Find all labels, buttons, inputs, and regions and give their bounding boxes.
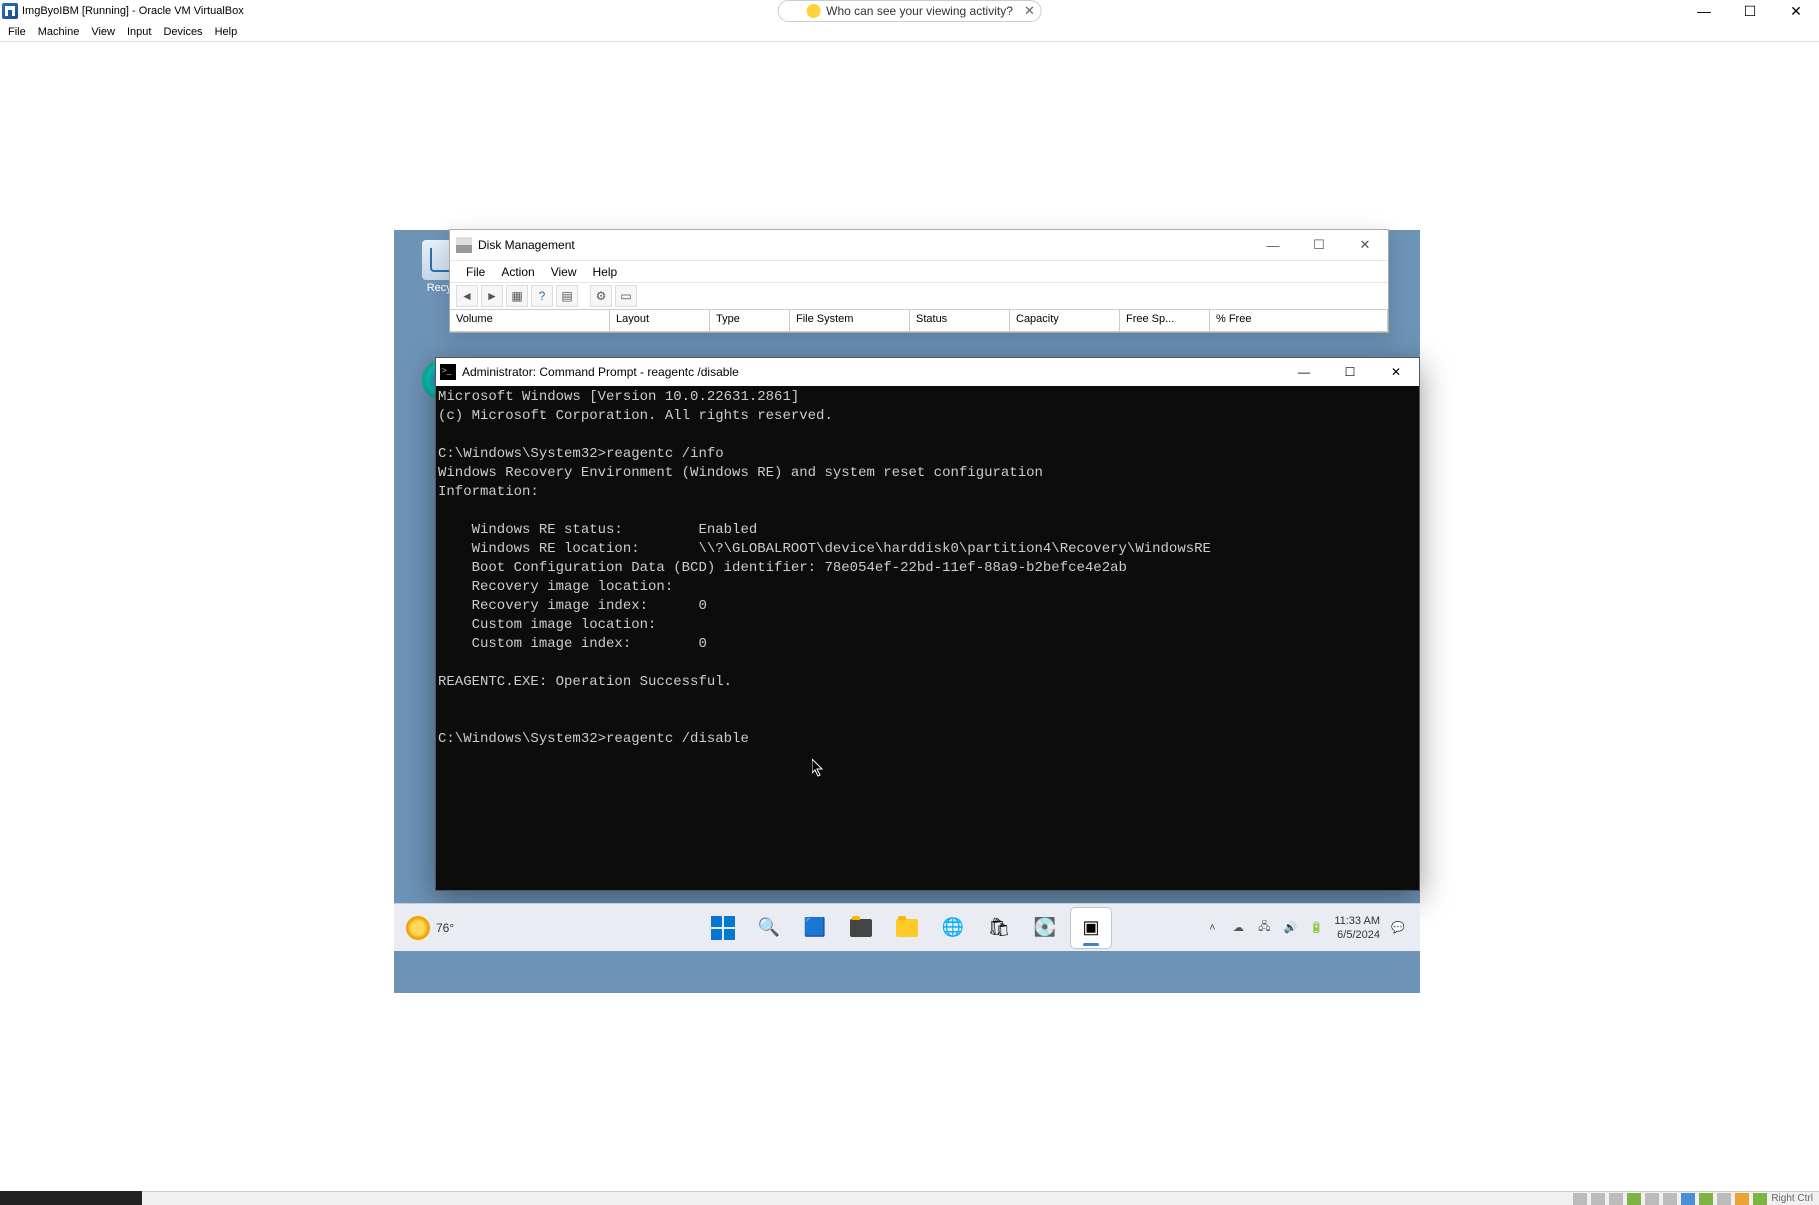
vbox-menubar: File Machine View Input Devices Help (0, 22, 1819, 42)
vbox-menu-file[interactable]: File (2, 26, 32, 38)
status-cpu-icon[interactable] (1717, 1193, 1731, 1205)
dm-menu-action[interactable]: Action (493, 265, 542, 279)
dm-refresh-button[interactable]: ▦ (506, 285, 528, 307)
virtualbox-icon (2, 3, 18, 19)
dm-maximize-button[interactable]: ☐ (1296, 230, 1342, 260)
edge-button[interactable]: 🌐 (933, 908, 973, 948)
tray-network-icon[interactable]: 🖧 (1256, 920, 1272, 936)
dm-menubar: File Action View Help (450, 260, 1388, 282)
vbox-close-button[interactable]: ✕ (1773, 0, 1819, 22)
weather-icon (406, 916, 430, 940)
tray-clock[interactable]: 11:33 AM 6/5/2024 (1334, 914, 1380, 942)
cmd-close-button[interactable]: ✕ (1373, 358, 1419, 386)
disk-management-window: Disk Management — ☐ ✕ File Action View H… (449, 229, 1389, 333)
dm-column-headers: Volume Layout Type File System Status Ca… (450, 310, 1388, 332)
weather-temp: 76° (436, 921, 454, 935)
explorer-button[interactable] (841, 908, 881, 948)
status-cd-icon[interactable] (1591, 1193, 1605, 1205)
dm-menu-view[interactable]: View (543, 265, 585, 279)
tray-time: 11:33 AM (1334, 914, 1380, 928)
status-hostkey-label: Right Ctrl (1771, 1193, 1813, 1204)
taskbar-weather[interactable]: 76° (394, 916, 454, 940)
cmd-taskbar-button[interactable]: ▣ (1071, 908, 1111, 948)
vbox-minimize-button[interactable]: — (1681, 0, 1727, 22)
tray-battery-icon[interactable]: 🔋 (1308, 920, 1324, 936)
info-banner: Who can see your viewing activity? ✕ (777, 0, 1042, 22)
dm-col-layout[interactable]: Layout (610, 310, 710, 331)
dm-properties-button[interactable]: ⚙ (590, 285, 612, 307)
vbox-menu-view[interactable]: View (85, 26, 121, 38)
dm-back-button[interactable]: ◄ (456, 285, 478, 307)
search-button[interactable]: 🔍 (749, 908, 789, 948)
status-guest-icon[interactable] (1753, 1193, 1767, 1205)
vbox-statusbar: Right Ctrl (0, 1191, 1819, 1205)
dm-col-filesystem[interactable]: File System (790, 310, 910, 331)
vbox-maximize-button[interactable]: ☐ (1727, 0, 1773, 22)
dm-col-type[interactable]: Type (710, 310, 790, 331)
tray-volume-icon[interactable]: 🔊 (1282, 920, 1298, 936)
dm-forward-button[interactable]: ► (481, 285, 503, 307)
status-audio-icon[interactable] (1609, 1193, 1623, 1205)
dm-menu-help[interactable]: Help (585, 265, 626, 279)
info-banner-text: Who can see your viewing activity? (826, 4, 1013, 18)
cmd-output[interactable]: Microsoft Windows [Version 10.0.22631.28… (436, 386, 1419, 890)
dm-title-text: Disk Management (478, 238, 575, 252)
tray-onedrive-icon[interactable]: ☁ (1230, 920, 1246, 936)
status-display-icon[interactable] (1681, 1193, 1695, 1205)
tray-chevron-up-icon[interactable]: ˄ (1204, 920, 1220, 936)
dm-minimize-button[interactable]: — (1250, 230, 1296, 260)
cmd-titlebar[interactable]: Administrator: Command Prompt - reagentc… (436, 358, 1419, 386)
cmd-title-text: Administrator: Command Prompt - reagentc… (462, 365, 739, 379)
bulb-icon (806, 4, 820, 18)
vbox-menu-machine[interactable]: Machine (32, 26, 86, 38)
status-recording-icon[interactable] (1699, 1193, 1713, 1205)
disk-mgmt-taskbar-button[interactable]: 💽 (1025, 908, 1065, 948)
status-hd-icon[interactable] (1573, 1193, 1587, 1205)
vbox-menu-help[interactable]: Help (209, 26, 244, 38)
dm-help-button[interactable]: ? (531, 285, 553, 307)
tray-date: 6/5/2024 (1334, 928, 1380, 942)
dm-col-capacity[interactable]: Capacity (1010, 310, 1120, 331)
host-taskbar-sliver (0, 1191, 142, 1205)
file-explorer-button[interactable] (887, 908, 927, 948)
copilot-button[interactable]: 🟦 (795, 908, 835, 948)
dm-toolbar: ◄ ► ▦ ? ▤ ⚙ ▭ (450, 282, 1388, 310)
dm-list-button[interactable]: ▤ (556, 285, 578, 307)
info-banner-close[interactable]: ✕ (1024, 3, 1035, 19)
status-shared-icon[interactable] (1663, 1193, 1677, 1205)
dm-col-percentfree[interactable]: % Free (1210, 310, 1388, 331)
cmd-minimize-button[interactable]: — (1281, 358, 1327, 386)
tray-notification-icon[interactable]: 💬 (1390, 920, 1406, 936)
command-prompt-window: Administrator: Command Prompt - reagentc… (435, 357, 1420, 891)
status-mouse-icon[interactable] (1735, 1193, 1749, 1205)
windows-taskbar: 76° 🔍 🟦 🌐 🛍 💽 ▣ ˄ ☁ 🖧 🔊 🔋 11:33 AM 6/5/2… (394, 903, 1420, 951)
store-button[interactable]: 🛍 (979, 908, 1019, 948)
dm-col-status[interactable]: Status (910, 310, 1010, 331)
start-button[interactable] (703, 908, 743, 948)
cmd-maximize-button[interactable]: ☐ (1327, 358, 1373, 386)
cmd-icon (440, 364, 456, 380)
dm-menu-file[interactable]: File (458, 265, 493, 279)
dm-detail-button[interactable]: ▭ (615, 285, 637, 307)
vbox-title-text: ImgByoIBM [Running] - Oracle VM VirtualB… (22, 5, 244, 17)
status-usb-icon[interactable] (1645, 1193, 1659, 1205)
dm-close-button[interactable]: ✕ (1342, 230, 1388, 260)
status-network-icon[interactable] (1627, 1193, 1641, 1205)
disk-management-icon (456, 237, 472, 253)
vbox-menu-input[interactable]: Input (121, 26, 157, 38)
dm-col-freespace[interactable]: Free Sp... (1120, 310, 1210, 331)
dm-titlebar[interactable]: Disk Management — ☐ ✕ (450, 230, 1388, 260)
dm-col-volume[interactable]: Volume (450, 310, 610, 331)
vbox-menu-devices[interactable]: Devices (157, 26, 208, 38)
